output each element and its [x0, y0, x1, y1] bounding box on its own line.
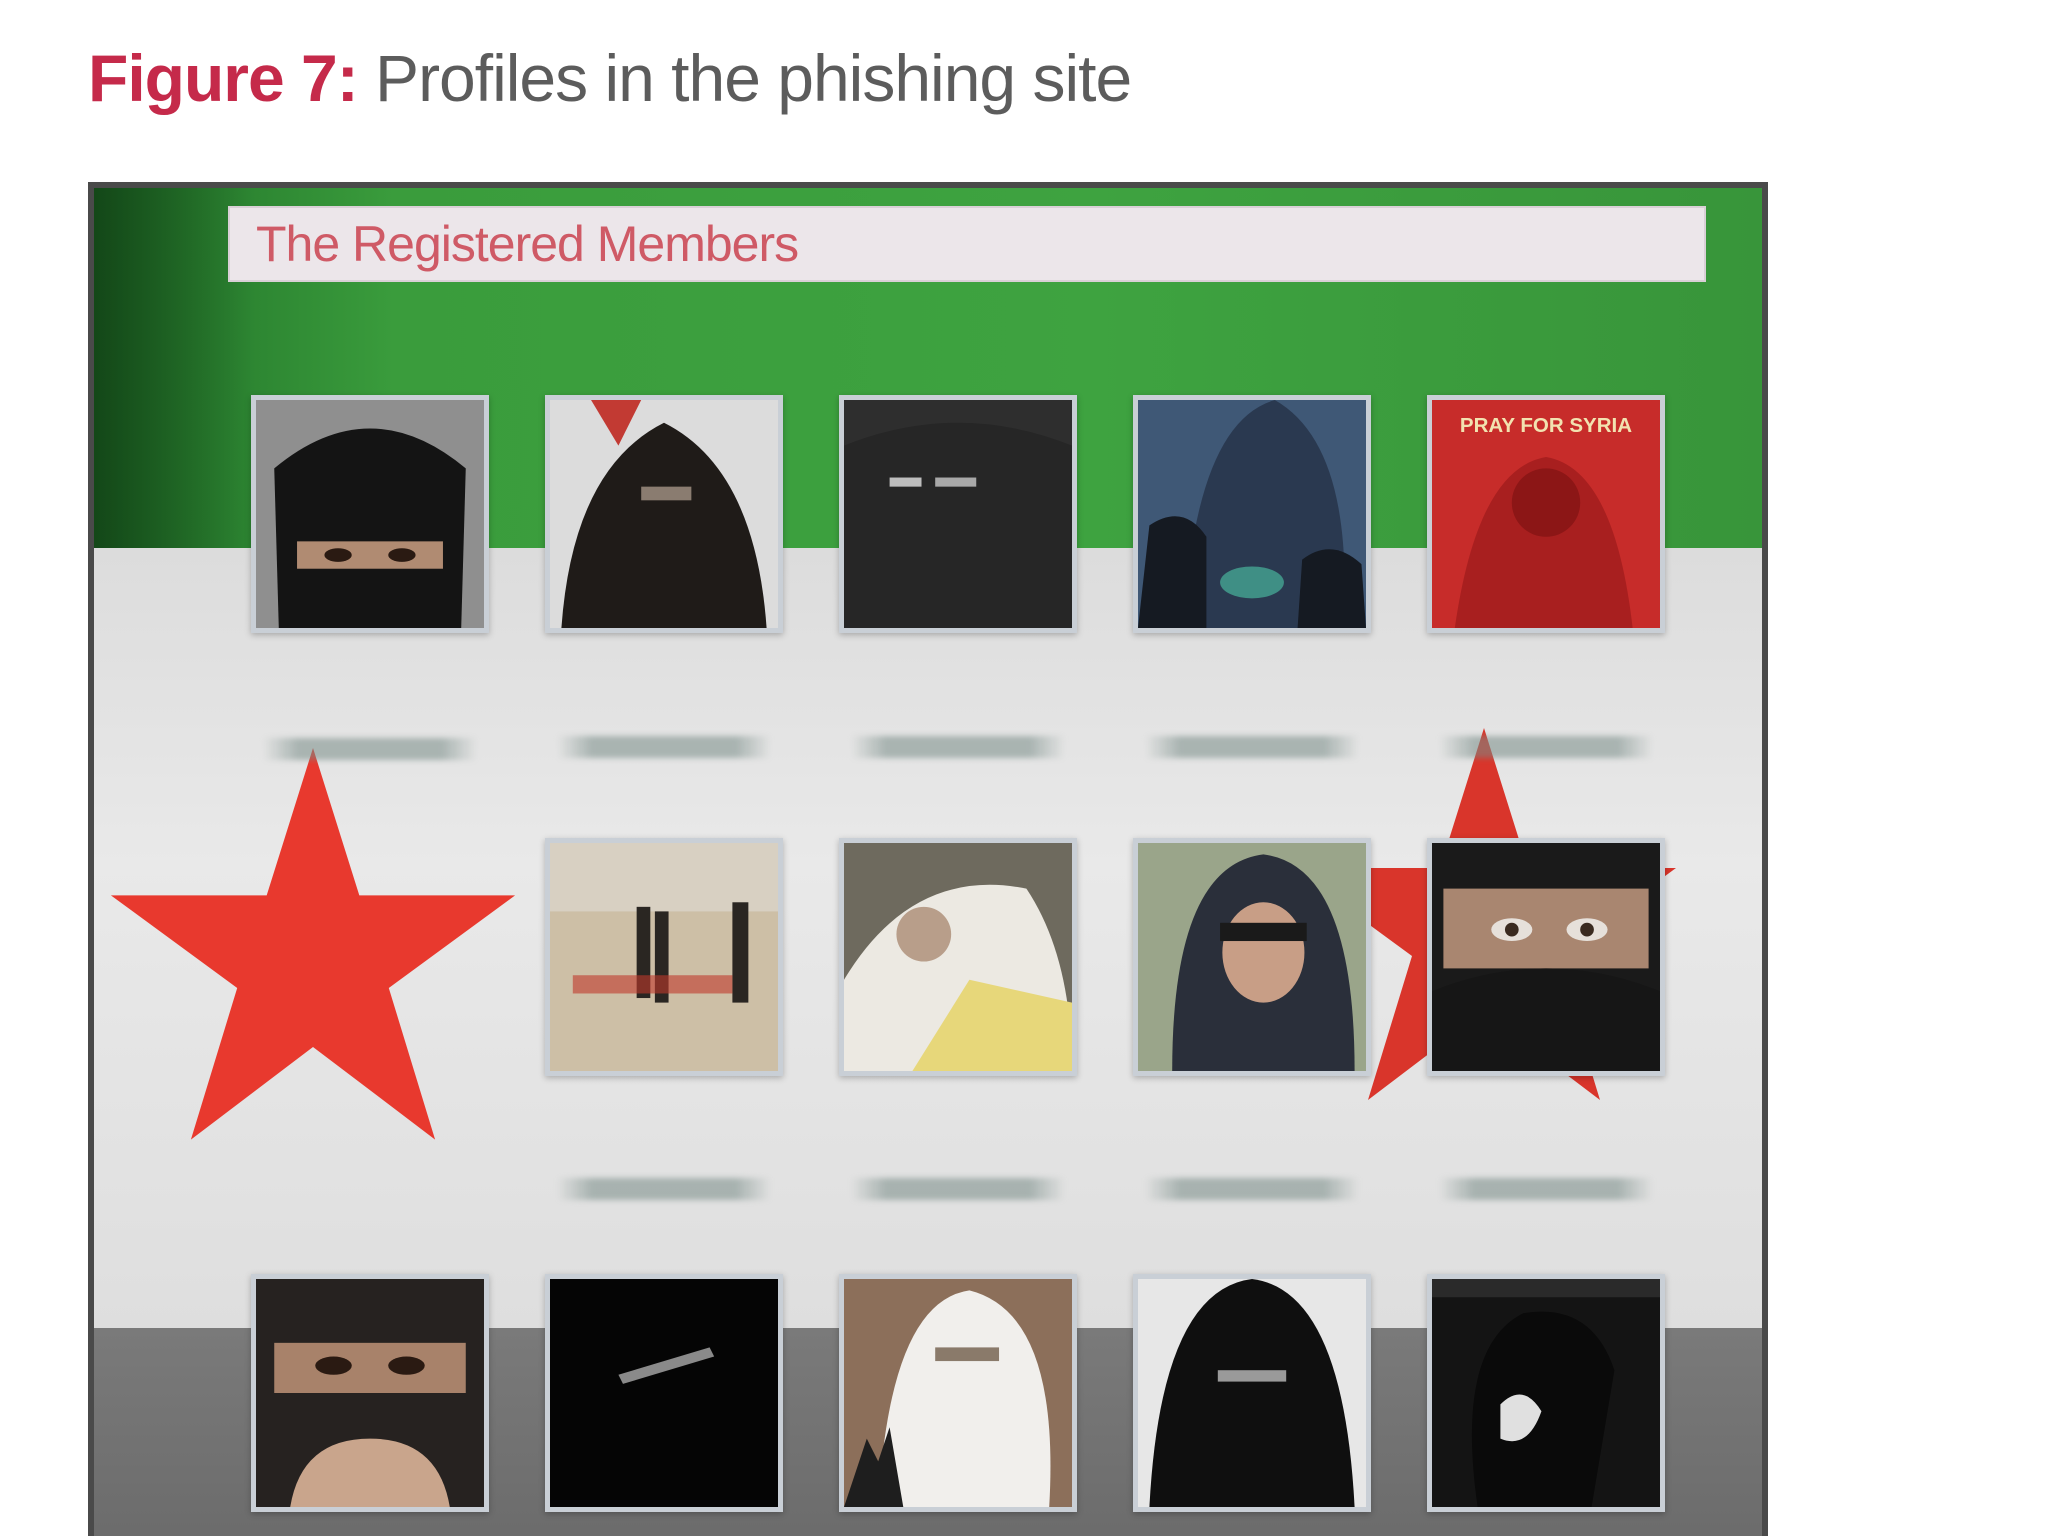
dark-niqab-photo-icon [844, 400, 1072, 628]
member-name-blurred[interactable] [1133, 1178, 1371, 1200]
member-profile-photo[interactable] [1427, 838, 1665, 1076]
niqab-with-flag-photo-icon [550, 400, 778, 628]
member-profile-photo[interactable] [839, 838, 1077, 1076]
white-hijab-photo-icon [844, 843, 1072, 1071]
member-profile-photo[interactable] [1133, 395, 1371, 633]
member-profile-photo[interactable] [839, 1274, 1077, 1512]
member-name-blurred[interactable] [839, 736, 1077, 758]
dark-hijab-photo-icon [1138, 843, 1366, 1071]
figure-caption: Figure 7: Profiles in the phishing site [88, 38, 1132, 118]
left-star-icon [110, 748, 516, 1140]
member-profile-photo[interactable] [839, 395, 1077, 633]
figure-label: Figure 7: [88, 41, 359, 115]
member-profile-photo[interactable] [545, 1274, 783, 1512]
desert-fighters-photo-icon [550, 843, 778, 1071]
member-name-blurred[interactable] [545, 1178, 783, 1200]
pray-for-syria-text: PRAY FOR SYRIA [1460, 414, 1632, 437]
member-profile-photo[interactable]: PRAY FOR SYRIA [1427, 395, 1665, 633]
niqab-hands-photo-icon [256, 1279, 484, 1507]
site-title: The Registered Members [256, 216, 799, 272]
member-name-blurred[interactable] [545, 736, 783, 758]
member-profile-photo[interactable] [1133, 838, 1371, 1076]
white-niqab-victory-photo-icon [844, 1279, 1072, 1507]
blue-niqab-group-photo-icon [1138, 400, 1366, 628]
pray-for-syria-poster-icon: PRAY FOR SYRIA [1432, 400, 1660, 628]
member-name-blurred[interactable] [251, 738, 489, 760]
niqab-eyes-photo-icon [256, 400, 484, 628]
site-title-bar: The Registered Members [228, 206, 1706, 282]
phishing-site-screenshot: The Registered Members PRAY FOR SYRIA [88, 182, 1768, 1536]
member-name-blurred[interactable] [1427, 736, 1665, 758]
member-profile-photo[interactable] [1133, 1274, 1371, 1512]
black-niqab-profile-photo-icon [1432, 1279, 1660, 1507]
black-niqab-photo-icon [550, 1279, 778, 1507]
member-name-blurred[interactable] [1133, 736, 1371, 758]
figure-caption-text: Profiles in the phishing site [375, 41, 1132, 115]
niqab-closeup-photo-icon [1432, 843, 1660, 1071]
member-profile-photo[interactable] [545, 395, 783, 633]
member-profile-photo[interactable] [1427, 1274, 1665, 1512]
member-profile-photo[interactable] [251, 395, 489, 633]
member-profile-photo[interactable] [251, 1274, 489, 1512]
member-profile-photo[interactable] [545, 838, 783, 1076]
black-niqab-standing-photo-icon [1138, 1279, 1366, 1507]
member-name-blurred[interactable] [1427, 1178, 1665, 1200]
member-name-blurred[interactable] [839, 1178, 1077, 1200]
